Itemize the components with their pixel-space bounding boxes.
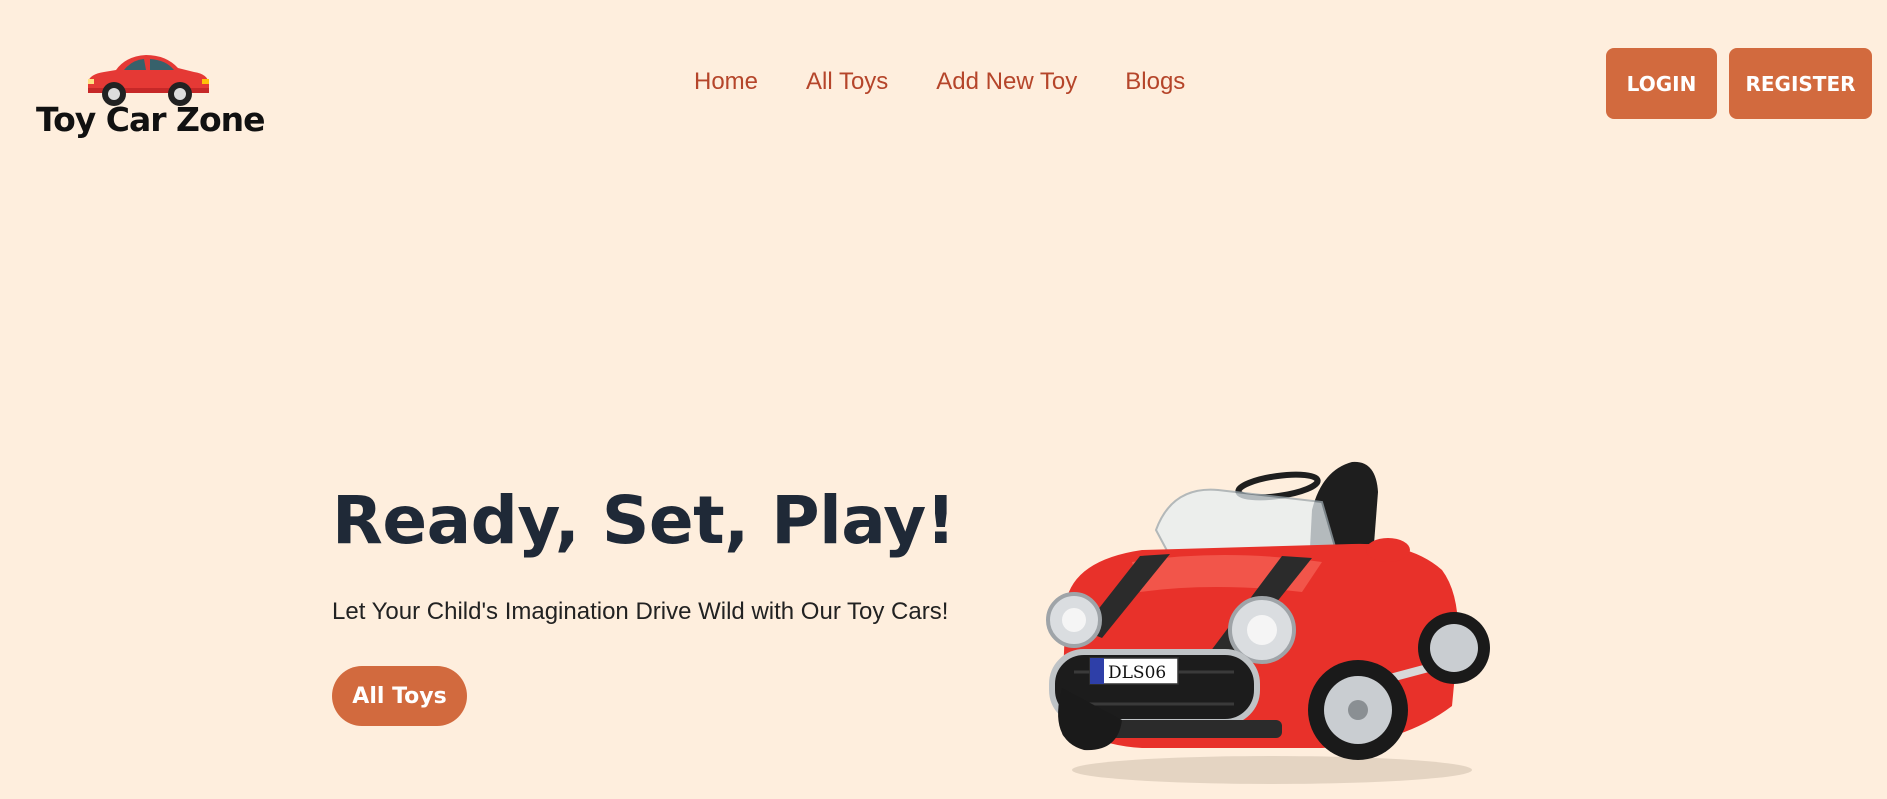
hero-title: Ready, Set, Play! xyxy=(332,482,956,559)
toy-car-image: DLS06 xyxy=(1046,461,1490,784)
brand-name: Toy Car Zone xyxy=(36,100,266,139)
auth-buttons: LOGIN REGISTER xyxy=(1606,48,1872,119)
nav-link-blogs[interactable]: Blogs xyxy=(1125,68,1185,96)
license-plate-text: DLS06 xyxy=(1108,663,1166,683)
login-button[interactable]: LOGIN xyxy=(1606,48,1717,119)
site-header: Toy Car Zone Home All Toys Add New Toy B… xyxy=(0,0,1887,170)
main-nav: Home All Toys Add New Toy Blogs xyxy=(694,68,1185,96)
hero-subtitle: Let Your Child's Imagination Drive Wild … xyxy=(332,598,949,625)
brand-logo[interactable]: Toy Car Zone xyxy=(36,52,266,142)
register-button[interactable]: REGISTER xyxy=(1729,48,1872,119)
nav-link-home[interactable]: Home xyxy=(694,68,758,96)
all-toys-button[interactable]: All Toys xyxy=(332,666,467,726)
nav-link-add-new-toy[interactable]: Add New Toy xyxy=(936,68,1077,96)
nav-link-all-toys[interactable]: All Toys xyxy=(806,68,888,96)
